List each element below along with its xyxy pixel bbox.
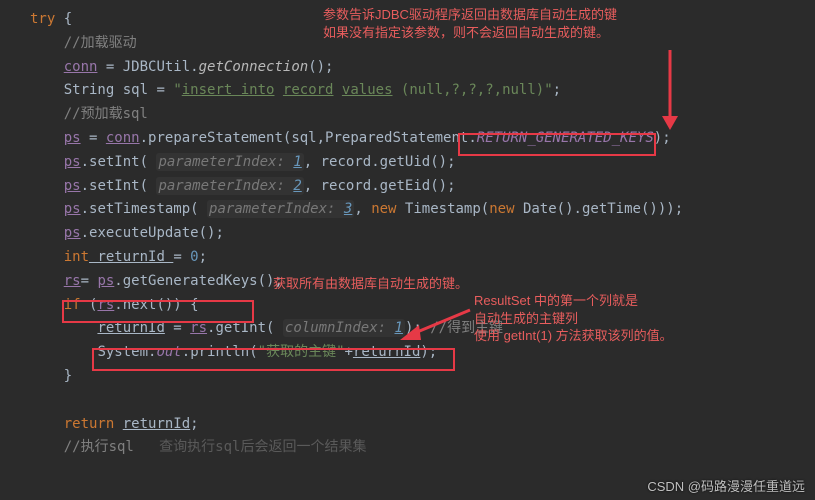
code-line: return returnId; (30, 413, 815, 437)
annotation-resultset: ResultSet 中的第一个列就是 自动生成的主键列 使用 getInt(1)… (474, 292, 673, 345)
comment: //加载驱动 (64, 35, 137, 51)
code-line: int returnId = 0; (30, 246, 815, 270)
field-ps: ps (64, 130, 81, 146)
annotation-get-keys: 获取所有由数据库自动生成的键。 (273, 275, 468, 293)
field-conn: conn (64, 59, 98, 75)
code-line: //执行sql 查询执行sql后会返回一个结果集 (30, 436, 815, 460)
code-line: //预加载sql (30, 103, 815, 127)
code-line: ps = conn.prepareStatement(sql,PreparedS… (30, 127, 815, 151)
code-line: conn = JDBCUtil.getConnection(); (30, 56, 815, 80)
code-line: ps.setTimestamp( parameterIndex: 3, new … (30, 198, 815, 222)
comment: //预加载sql (64, 106, 148, 122)
keyword-try: try (30, 11, 55, 27)
code-block: try { //加载驱动 conn = JDBCUtil.getConnecti… (30, 8, 815, 460)
field-rs: rs (64, 273, 81, 289)
highlight-box-getint (92, 348, 455, 371)
code-line: ps.setInt( parameterIndex: 2, record.get… (30, 175, 815, 199)
watermark: CSDN @码路漫漫任重道远 (647, 476, 805, 495)
annotation-param-explain: 参数告诉JDBC驱动程序返回由数据库自动生成的键 如果没有指定该参数，则不会返回… (323, 6, 617, 41)
code-line: ps.executeUpdate(); (30, 222, 815, 246)
code-line: ps.setInt( parameterIndex: 1, record.get… (30, 151, 815, 175)
highlight-box-generated-keys (62, 300, 254, 323)
code-line: String sql = "insert into record values … (30, 79, 815, 103)
highlight-box-return-keys (458, 133, 656, 156)
